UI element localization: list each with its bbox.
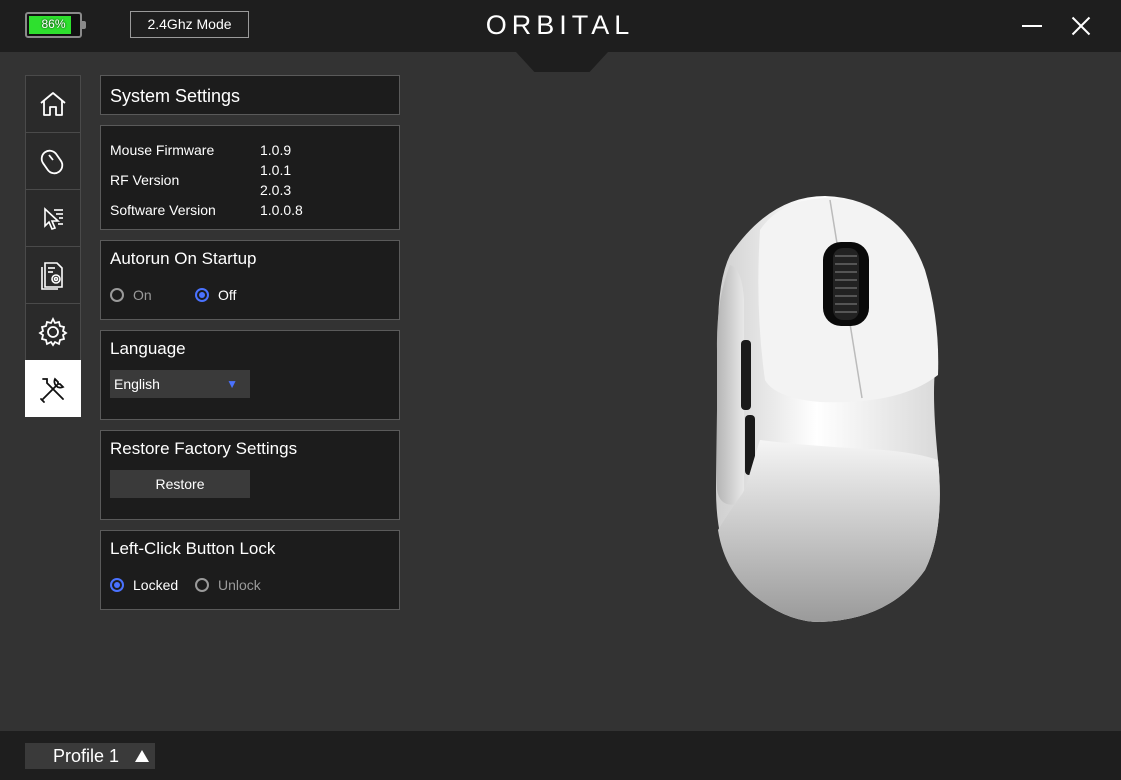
- locked-label: Locked: [133, 577, 179, 593]
- autorun-title: Autorun On Startup: [110, 249, 257, 268]
- rf-version-value-2: 2.0.3: [260, 182, 292, 198]
- software-version-value: 1.0.0.8: [260, 202, 303, 218]
- sidebar-item-home[interactable]: [25, 75, 81, 132]
- profile-label: Profile 1: [53, 746, 120, 766]
- language-title: Language: [110, 339, 186, 358]
- close-button[interactable]: [1067, 12, 1095, 40]
- autorun-off-label: Off: [218, 287, 237, 303]
- radio-circle: [110, 578, 124, 592]
- mouse-image: [700, 190, 960, 630]
- mouse-firmware-label: Mouse Firmware: [110, 142, 215, 158]
- restore-title: Restore Factory Settings: [110, 439, 298, 458]
- autorun-on-label: On: [133, 287, 152, 303]
- language-selected: English: [114, 376, 160, 392]
- radio-circle: [195, 288, 209, 302]
- tools-icon: [40, 376, 65, 403]
- autorun-panel: Autorun On Startup On Off: [100, 240, 400, 320]
- bottom-bar: Profile 1: [0, 731, 1121, 780]
- page-title: System Settings: [110, 86, 241, 106]
- radio-circle: [110, 288, 124, 302]
- software-version-label: Software Version: [110, 202, 216, 218]
- gear-icon: [38, 316, 68, 347]
- rf-version-value-1: 1.0.1: [260, 162, 292, 178]
- left-click-lock-panel: Left-Click Button Lock Locked Unlock: [100, 530, 400, 610]
- version-info-panel: Mouse Firmware 1.0.9 RF Version 1.0.1 2.…: [100, 125, 400, 230]
- rf-version-label: RF Version: [110, 172, 180, 188]
- minimize-button[interactable]: [1018, 12, 1046, 40]
- document-gear-icon: [41, 262, 63, 290]
- title-notch: [516, 52, 608, 72]
- battery-indicator: 86%: [25, 12, 86, 38]
- locked-radio[interactable]: Locked: [110, 577, 178, 593]
- mouse-firmware-value: 1.0.9: [260, 142, 292, 158]
- connection-mode: 2.4Ghz Mode: [130, 11, 249, 38]
- battery-percent: 86%: [41, 17, 66, 31]
- sidebar-nav: [25, 75, 81, 417]
- radio-circle: [195, 578, 209, 592]
- unlock-label: Unlock: [218, 577, 261, 593]
- triangle-up-icon: [135, 750, 149, 762]
- lock-title: Left-Click Button Lock: [110, 539, 276, 558]
- system-settings-header: System Settings: [100, 75, 400, 115]
- mouse-icon: [40, 149, 64, 175]
- language-select[interactable]: English ▼: [110, 370, 250, 398]
- restore-panel: Restore Factory Settings Restore: [100, 430, 400, 520]
- restore-button[interactable]: Restore: [110, 470, 250, 498]
- sidebar-item-settings[interactable]: [25, 303, 81, 360]
- sidebar-item-macro[interactable]: [25, 246, 81, 303]
- language-panel: Language English ▼: [100, 330, 400, 420]
- sidebar-item-mouse[interactable]: [25, 132, 81, 189]
- chevron-down-icon: ▼: [226, 377, 238, 391]
- autorun-on-radio[interactable]: On: [110, 287, 152, 303]
- pointer-icon: [44, 207, 63, 230]
- sidebar-item-pointer[interactable]: [25, 189, 81, 246]
- battery-nub: [82, 21, 86, 29]
- sidebar-item-system[interactable]: [25, 360, 81, 417]
- autorun-off-radio[interactable]: Off: [195, 287, 236, 303]
- orbital-logo: ORBITAL: [485, 10, 635, 40]
- unlock-radio[interactable]: Unlock: [195, 577, 261, 593]
- profile-selector[interactable]: Profile 1: [25, 743, 155, 769]
- home-icon: [40, 92, 66, 116]
- title-bar: 86% 2.4Ghz Mode ORBITAL: [0, 0, 1121, 52]
